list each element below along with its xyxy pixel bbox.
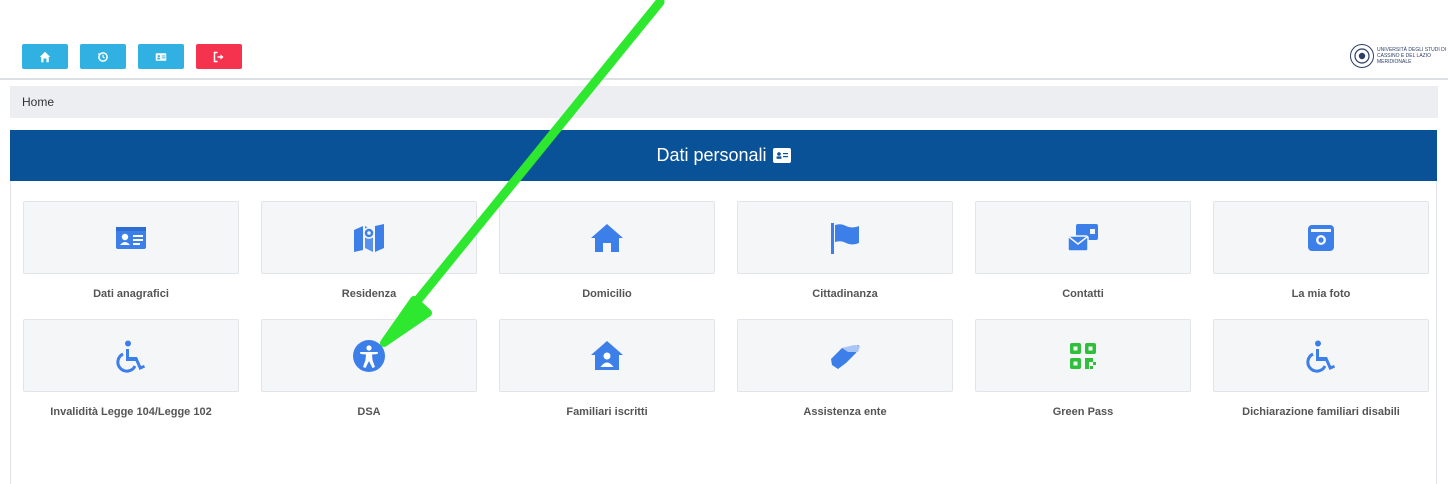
wheelchair-icon xyxy=(1306,340,1335,373)
home-button[interactable] xyxy=(22,44,68,69)
panel-header: Dati personali xyxy=(10,130,1437,181)
menu-item-domicilio[interactable]: Domicilio xyxy=(499,201,715,319)
menu-item-label: Contatti xyxy=(1062,288,1104,300)
menu-tile[interactable] xyxy=(261,319,477,392)
top-toolbar xyxy=(22,44,242,69)
menu-item-la-mia-foto[interactable]: La mia foto xyxy=(1213,201,1429,319)
id-card-button[interactable] xyxy=(138,44,184,69)
logout-icon xyxy=(213,51,224,62)
menu-item-invalidita[interactable]: Invalidità Legge 104/Legge 102 xyxy=(23,319,239,437)
menu-row: Invalidità Legge 104/Legge 102 DSA Famil… xyxy=(23,319,1429,437)
header-divider xyxy=(0,78,1448,80)
menu-item-label: Residenza xyxy=(341,288,397,300)
menu-tile[interactable] xyxy=(1213,201,1429,274)
id-card-icon xyxy=(155,52,167,61)
handshake-icon xyxy=(831,344,860,369)
menu-grid: Dati anagrafici Residenza Domicilio Citt… xyxy=(23,201,1429,437)
flag-icon xyxy=(831,222,859,254)
menu-item-dati-anagrafici[interactable]: Dati anagrafici xyxy=(23,201,239,319)
menu-item-label: Cittadinanza xyxy=(812,288,878,300)
menu-item-cittadinanza[interactable]: Cittadinanza xyxy=(737,201,953,319)
menu-item-contatti[interactable]: Contatti xyxy=(975,201,1191,319)
qrcode-icon xyxy=(1070,342,1096,369)
home-icon xyxy=(39,51,51,62)
university-seal-icon xyxy=(1350,44,1374,68)
university-name: UNIVERSITÀ DEGLI STUDI DI CASSINO E DEL … xyxy=(1377,47,1447,65)
breadcrumb: Home xyxy=(10,86,1438,118)
menu-tile[interactable] xyxy=(23,201,239,274)
accessibility-icon xyxy=(353,339,385,372)
menu-tile[interactable] xyxy=(261,201,477,274)
menu-tile[interactable] xyxy=(975,201,1191,274)
map-icon xyxy=(354,223,384,252)
menu-item-label: Dati anagrafici xyxy=(93,288,169,300)
menu-item-familiari-iscritti[interactable]: Familiari iscritti xyxy=(499,319,715,437)
menu-item-label: Invalidità Legge 104/Legge 102 xyxy=(50,406,212,418)
menu-item-dichiarazione-familiari-disabili[interactable]: Dichiarazione familiari disabili xyxy=(1213,319,1429,437)
personal-data-panel: Dati personali Dati anagrafici Residenza xyxy=(10,130,1437,484)
history-icon xyxy=(97,51,108,62)
menu-tile[interactable] xyxy=(737,319,953,392)
menu-item-assistenza-ente[interactable]: Assistenza ente xyxy=(737,319,953,437)
contacts-icon xyxy=(1067,223,1098,252)
house-icon xyxy=(591,223,623,252)
camera-icon xyxy=(1308,224,1334,251)
menu-item-label: DSA xyxy=(357,406,381,418)
menu-item-label: Familiari iscritti xyxy=(566,406,648,418)
menu-item-label: Green Pass xyxy=(1052,406,1114,418)
wheelchair-icon xyxy=(116,340,145,373)
menu-tile[interactable] xyxy=(499,319,715,392)
menu-row: Dati anagrafici Residenza Domicilio Citt… xyxy=(23,201,1429,319)
menu-item-residenza[interactable]: Residenza xyxy=(261,201,477,319)
menu-tile[interactable] xyxy=(1213,319,1429,392)
menu-tile[interactable] xyxy=(737,201,953,274)
menu-tile[interactable] xyxy=(975,319,1191,392)
menu-item-green-pass[interactable]: Green Pass xyxy=(975,319,1191,437)
id-card-icon xyxy=(772,148,791,163)
breadcrumb-home[interactable]: Home xyxy=(22,95,54,109)
id-card-icon xyxy=(116,226,146,249)
menu-item-dsa[interactable]: DSA xyxy=(261,319,477,437)
history-button[interactable] xyxy=(80,44,126,69)
menu-item-label: La mia foto xyxy=(1291,288,1351,300)
university-logo: UNIVERSITÀ DEGLI STUDI DI CASSINO E DEL … xyxy=(1350,44,1448,68)
menu-item-label: Dichiarazione familiari disabili xyxy=(1242,406,1400,418)
logout-button[interactable] xyxy=(196,44,242,69)
house-user-icon xyxy=(591,340,623,370)
menu-item-label: Domicilio xyxy=(582,288,632,300)
menu-tile[interactable] xyxy=(23,319,239,392)
menu-tile[interactable] xyxy=(499,201,715,274)
panel-title: Dati personali xyxy=(656,145,767,165)
menu-item-label: Assistenza ente xyxy=(803,406,887,418)
